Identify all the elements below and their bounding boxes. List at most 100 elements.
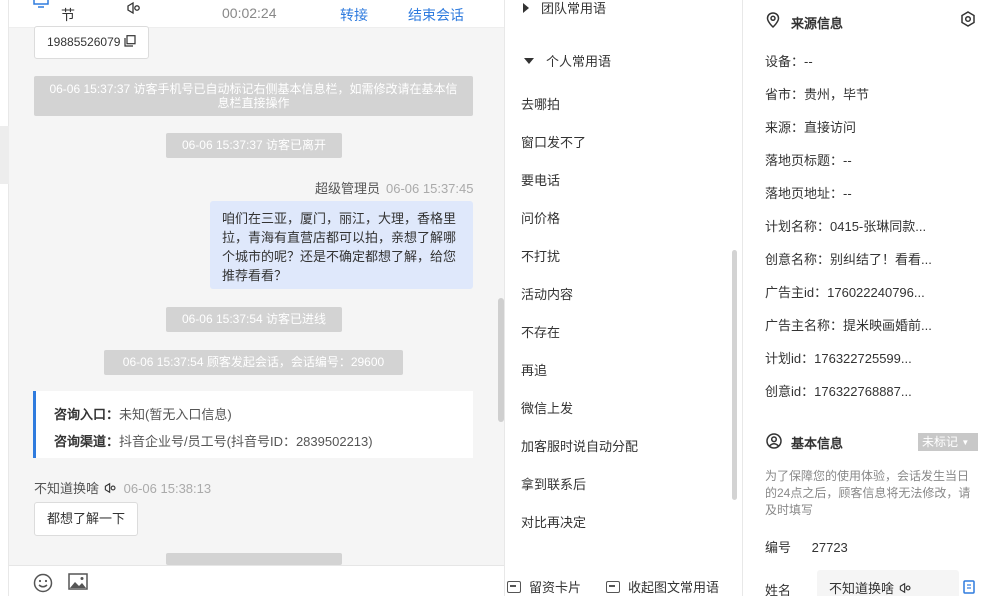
transfer-button[interactable]: 转接 (340, 5, 368, 25)
phrase-item[interactable]: 对比再决定 (521, 512, 586, 531)
source-creative-id-value: 176322768887... (814, 384, 912, 399)
consult-channel-label: 咨询渠道： (54, 434, 120, 449)
chat-header: 节 00:02:24 转接 结束会话 (9, 0, 504, 28)
source-region: 省市：贵州，毕节 (765, 84, 869, 103)
douyin-source-icon (104, 482, 116, 494)
edit-deadline-note: 为了保障您的使用体验，会话发生当日的24点之后，顾客信息将无法修改，请及时填写 (765, 469, 971, 517)
collapse-phrases-label: 收起图文常用语 (628, 580, 720, 595)
location-pin-icon (766, 12, 780, 28)
source-device-label: 设备： (765, 54, 805, 69)
source-landing-url-label: 落地页地址： (765, 186, 844, 201)
visitor-message-bubble: 都想了解一下 (34, 502, 139, 536)
source-advertiser-name: 广告主名称：提米映画婚前... (765, 315, 932, 334)
customer-id-label: 编号 (765, 540, 792, 555)
douyin-source-icon (899, 582, 911, 594)
customer-id-row: 编号 27723 (765, 537, 848, 556)
team-phrases-group[interactable]: 团队常用语 (523, 0, 606, 17)
source-landing-title: 落地页标题：-- (765, 150, 852, 169)
source-advertiser-id: 广告主id：176022240796... (765, 282, 925, 301)
source-advertiser-id-value: 176022240796... (827, 285, 925, 300)
consult-entry-label: 咨询入口： (54, 407, 120, 422)
caret-down-icon: ▼ (961, 438, 970, 447)
phrase-item[interactable]: 拿到联系后 (521, 474, 586, 493)
copy-icon[interactable] (963, 580, 976, 594)
user-circle-icon (766, 433, 782, 449)
source-plan-name: 计划名称：0415-张琳同款... (765, 216, 926, 235)
tag-status-label: 未标记 (922, 435, 959, 449)
phrases-panel: 团队常用语 个人常用语 去哪拍 窗口发不了 要电话 问价格 不打扰 活动内容 不… (505, 0, 743, 596)
expanded-arrow-icon (524, 58, 534, 64)
chat-panel: 节 00:02:24 转接 结束会话 19885526079 06-06 15:… (9, 0, 505, 596)
personal-phrases-group[interactable]: 个人常用语 (524, 51, 611, 70)
system-message-autotag: 06-06 15:37:37 访客手机号已自动标记右侧基本信息栏，如需修改请在基… (34, 76, 473, 116)
system-message-entered: 06-06 15:37:54 访客已进线 (166, 307, 342, 332)
phrase-item[interactable]: 活动内容 (521, 284, 573, 303)
consult-entry-value: 未知(暂无入口信息) (119, 407, 232, 422)
agent-time: 06-06 15:37:45 (386, 181, 474, 196)
agent-sender: 超级管理员 06-06 15:37:45 (315, 178, 473, 197)
visitor-sender: 不知道换啥 06-06 15:38:13 (34, 478, 211, 497)
computer-icon (33, 0, 49, 8)
customer-id-value: 27723 (811, 540, 848, 555)
source-landing-title-label: 落地页标题： (765, 153, 844, 168)
phrase-item[interactable]: 再追 (521, 360, 547, 379)
source-device-value: -- (804, 54, 813, 69)
visitor-name-header: 节 (61, 7, 75, 23)
collapse-phrases-button[interactable]: 收起图文常用语 (606, 577, 719, 596)
left-strip-tab[interactable] (0, 126, 9, 184)
source-plan-id-value: 176322725599... (814, 351, 912, 366)
source-landing-url: 落地页地址：-- (765, 183, 852, 202)
source-creative-id-label: 创意id： (765, 384, 815, 399)
basic-info-title: 基本信息 (791, 436, 844, 451)
source-landing-title-value: -- (843, 153, 852, 168)
phrase-item[interactable]: 窗口发不了 (521, 132, 586, 151)
image-icon[interactable] (68, 572, 88, 592)
settings-hex-icon[interactable] (960, 11, 976, 27)
consult-channel-value: 抖音企业号/员工号(抖音号ID：2839502213) (119, 434, 373, 449)
phrase-item[interactable]: 微信上发 (521, 398, 573, 417)
source-plan-name-label: 计划名称： (765, 219, 831, 234)
source-advertiser-name-label: 广告主名称： (765, 318, 844, 333)
chat-scrollbar[interactable] (498, 298, 504, 422)
douyin-source-icon (127, 1, 140, 15)
phrase-item[interactable]: 去哪拍 (521, 94, 560, 113)
phrase-item[interactable]: 不存在 (521, 322, 560, 341)
phrase-item[interactable]: 问价格 (521, 208, 560, 227)
phrase-item[interactable]: 不打扰 (521, 246, 560, 265)
tag-status-dropdown[interactable]: 未标记 ▼ (918, 433, 978, 451)
customer-name-value: 不知道换啥 (829, 581, 895, 596)
source-origin-label: 来源： (765, 120, 805, 135)
emoji-icon[interactable] (33, 573, 53, 593)
card-icon (507, 581, 521, 593)
visitor-time: 06-06 15:38:13 (123, 481, 212, 496)
phrase-item[interactable]: 加客服时说自动分配 (521, 436, 638, 455)
source-info-title: 来源信息 (791, 16, 844, 31)
source-creative-name-label: 创意名称： (765, 252, 831, 267)
session-timer: 00:02:24 (222, 5, 277, 21)
phrases-scrollbar[interactable] (732, 250, 737, 500)
end-session-button[interactable]: 结束会话 (408, 5, 464, 25)
personal-phrases-label: 个人常用语 (546, 54, 612, 69)
source-plan-id: 计划id：176322725599... (765, 348, 912, 367)
system-message-session: 06-06 15:37:54 顾客发起会话，会话编号：29600 (104, 350, 403, 375)
consult-channel-row: 咨询渠道：抖音企业号/员工号(抖音号ID：2839502213) (54, 428, 455, 455)
phrase-item[interactable]: 要电话 (521, 170, 560, 189)
lead-card-button[interactable]: 留资卡片 (507, 577, 581, 596)
agent-name: 超级管理员 (315, 181, 381, 196)
source-plan-name-value: 0415-张琳同款... (830, 219, 927, 234)
phone-number: 19885526079 (47, 35, 121, 49)
source-advertiser-name-value: 提米映画婚前... (843, 318, 932, 333)
agent-message-bubble: 咱们在三亚，厦门，丽江，大理，香格里拉，青海有直营店都可以拍，亲想了解哪个城市的… (210, 201, 473, 289)
phone-chip[interactable]: 19885526079 (34, 26, 149, 59)
customer-name-label: 姓名 (765, 583, 792, 596)
collapsed-arrow-icon (523, 3, 529, 13)
source-creative-name-value: 别纠结了！看看... (830, 252, 932, 267)
visitor-name: 不知道换啥 (34, 481, 100, 496)
consult-entry-row: 咨询入口：未知(暂无入口信息) (54, 401, 455, 428)
source-device: 设备：-- (765, 51, 813, 70)
chat-footer (9, 565, 504, 596)
copy-icon[interactable] (124, 35, 136, 47)
customer-info-panel: 来源信息 设备：-- 省市：贵州，毕节 来源：直接访问 落地页标题：-- 落地页… (744, 0, 987, 596)
system-message-left: 06-06 15:37:37 访客已离开 (166, 133, 342, 158)
customer-name-field[interactable]: 不知道换啥 (817, 570, 959, 596)
